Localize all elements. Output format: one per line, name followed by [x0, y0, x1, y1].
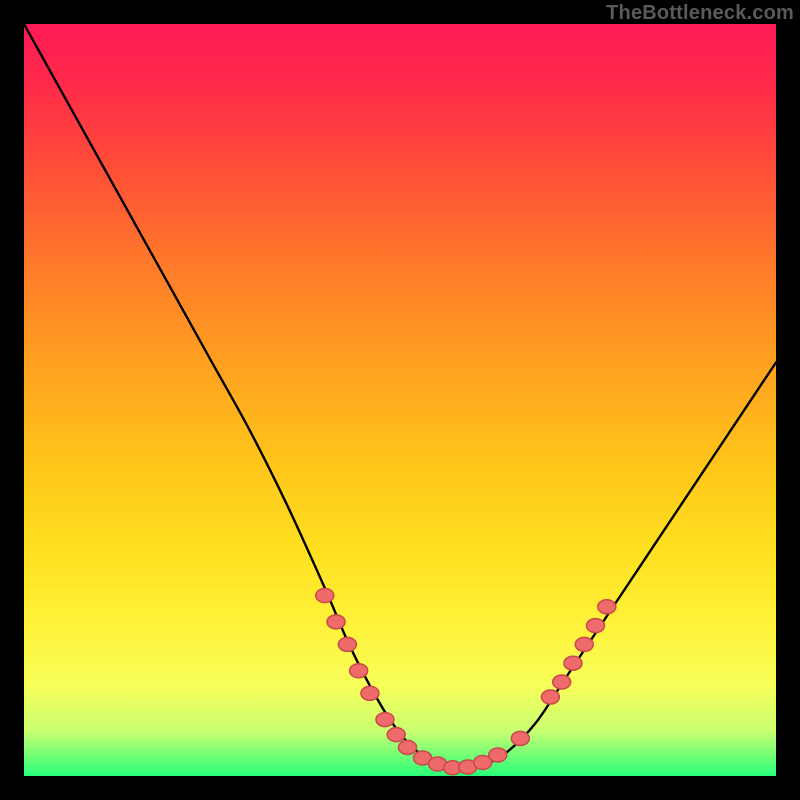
- data-marker: [598, 600, 616, 614]
- data-marker: [376, 713, 394, 727]
- data-marker: [327, 615, 345, 629]
- chart-svg: [24, 24, 776, 776]
- data-marker: [541, 690, 559, 704]
- plot-area: [24, 24, 776, 776]
- data-marker: [553, 675, 571, 689]
- data-marker: [399, 740, 417, 754]
- data-marker: [511, 731, 529, 745]
- data-marker: [338, 637, 356, 651]
- attribution-text: TheBottleneck.com: [606, 2, 794, 25]
- data-marker: [361, 686, 379, 700]
- data-marker: [587, 619, 605, 633]
- data-marker: [316, 589, 334, 603]
- data-marker: [387, 728, 405, 742]
- data-marker: [564, 656, 582, 670]
- marker-layer: [316, 589, 616, 775]
- chart-stage: TheBottleneck.com: [0, 0, 800, 800]
- data-marker: [489, 748, 507, 762]
- data-marker: [575, 637, 593, 651]
- data-marker: [350, 664, 368, 678]
- bottleneck-curve: [24, 24, 776, 769]
